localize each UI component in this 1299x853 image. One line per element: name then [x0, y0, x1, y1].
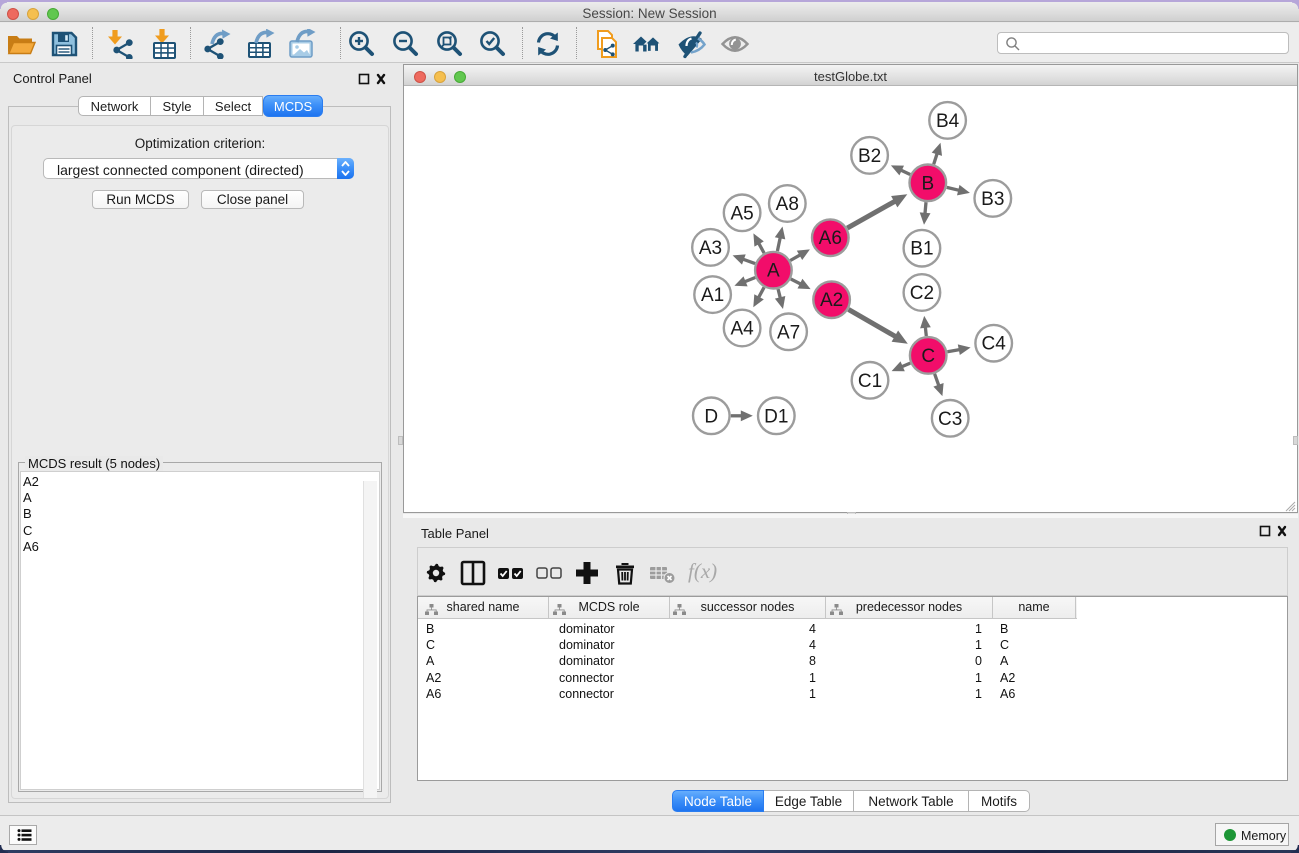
- svg-text:C1: C1: [858, 371, 882, 392]
- svg-text:C4: C4: [982, 334, 1007, 355]
- svg-text:A7: A7: [777, 322, 800, 343]
- svg-text:B: B: [921, 173, 934, 194]
- svg-text:C3: C3: [938, 409, 962, 430]
- svg-text:A: A: [767, 261, 780, 282]
- svg-text:A2: A2: [820, 290, 843, 311]
- svg-text:A1: A1: [701, 285, 724, 306]
- svg-text:A8: A8: [776, 194, 799, 215]
- svg-text:B3: B3: [981, 189, 1004, 210]
- svg-text:A6: A6: [819, 228, 842, 249]
- svg-text:A4: A4: [730, 319, 754, 340]
- svg-text:B1: B1: [910, 239, 933, 260]
- svg-text:C2: C2: [910, 283, 934, 304]
- svg-text:D1: D1: [764, 406, 788, 427]
- svg-text:D: D: [704, 406, 718, 427]
- svg-text:C: C: [921, 346, 935, 367]
- svg-text:B4: B4: [936, 111, 960, 132]
- svg-text:A5: A5: [730, 203, 753, 224]
- svg-text:A3: A3: [699, 238, 722, 259]
- svg-text:B2: B2: [858, 146, 881, 167]
